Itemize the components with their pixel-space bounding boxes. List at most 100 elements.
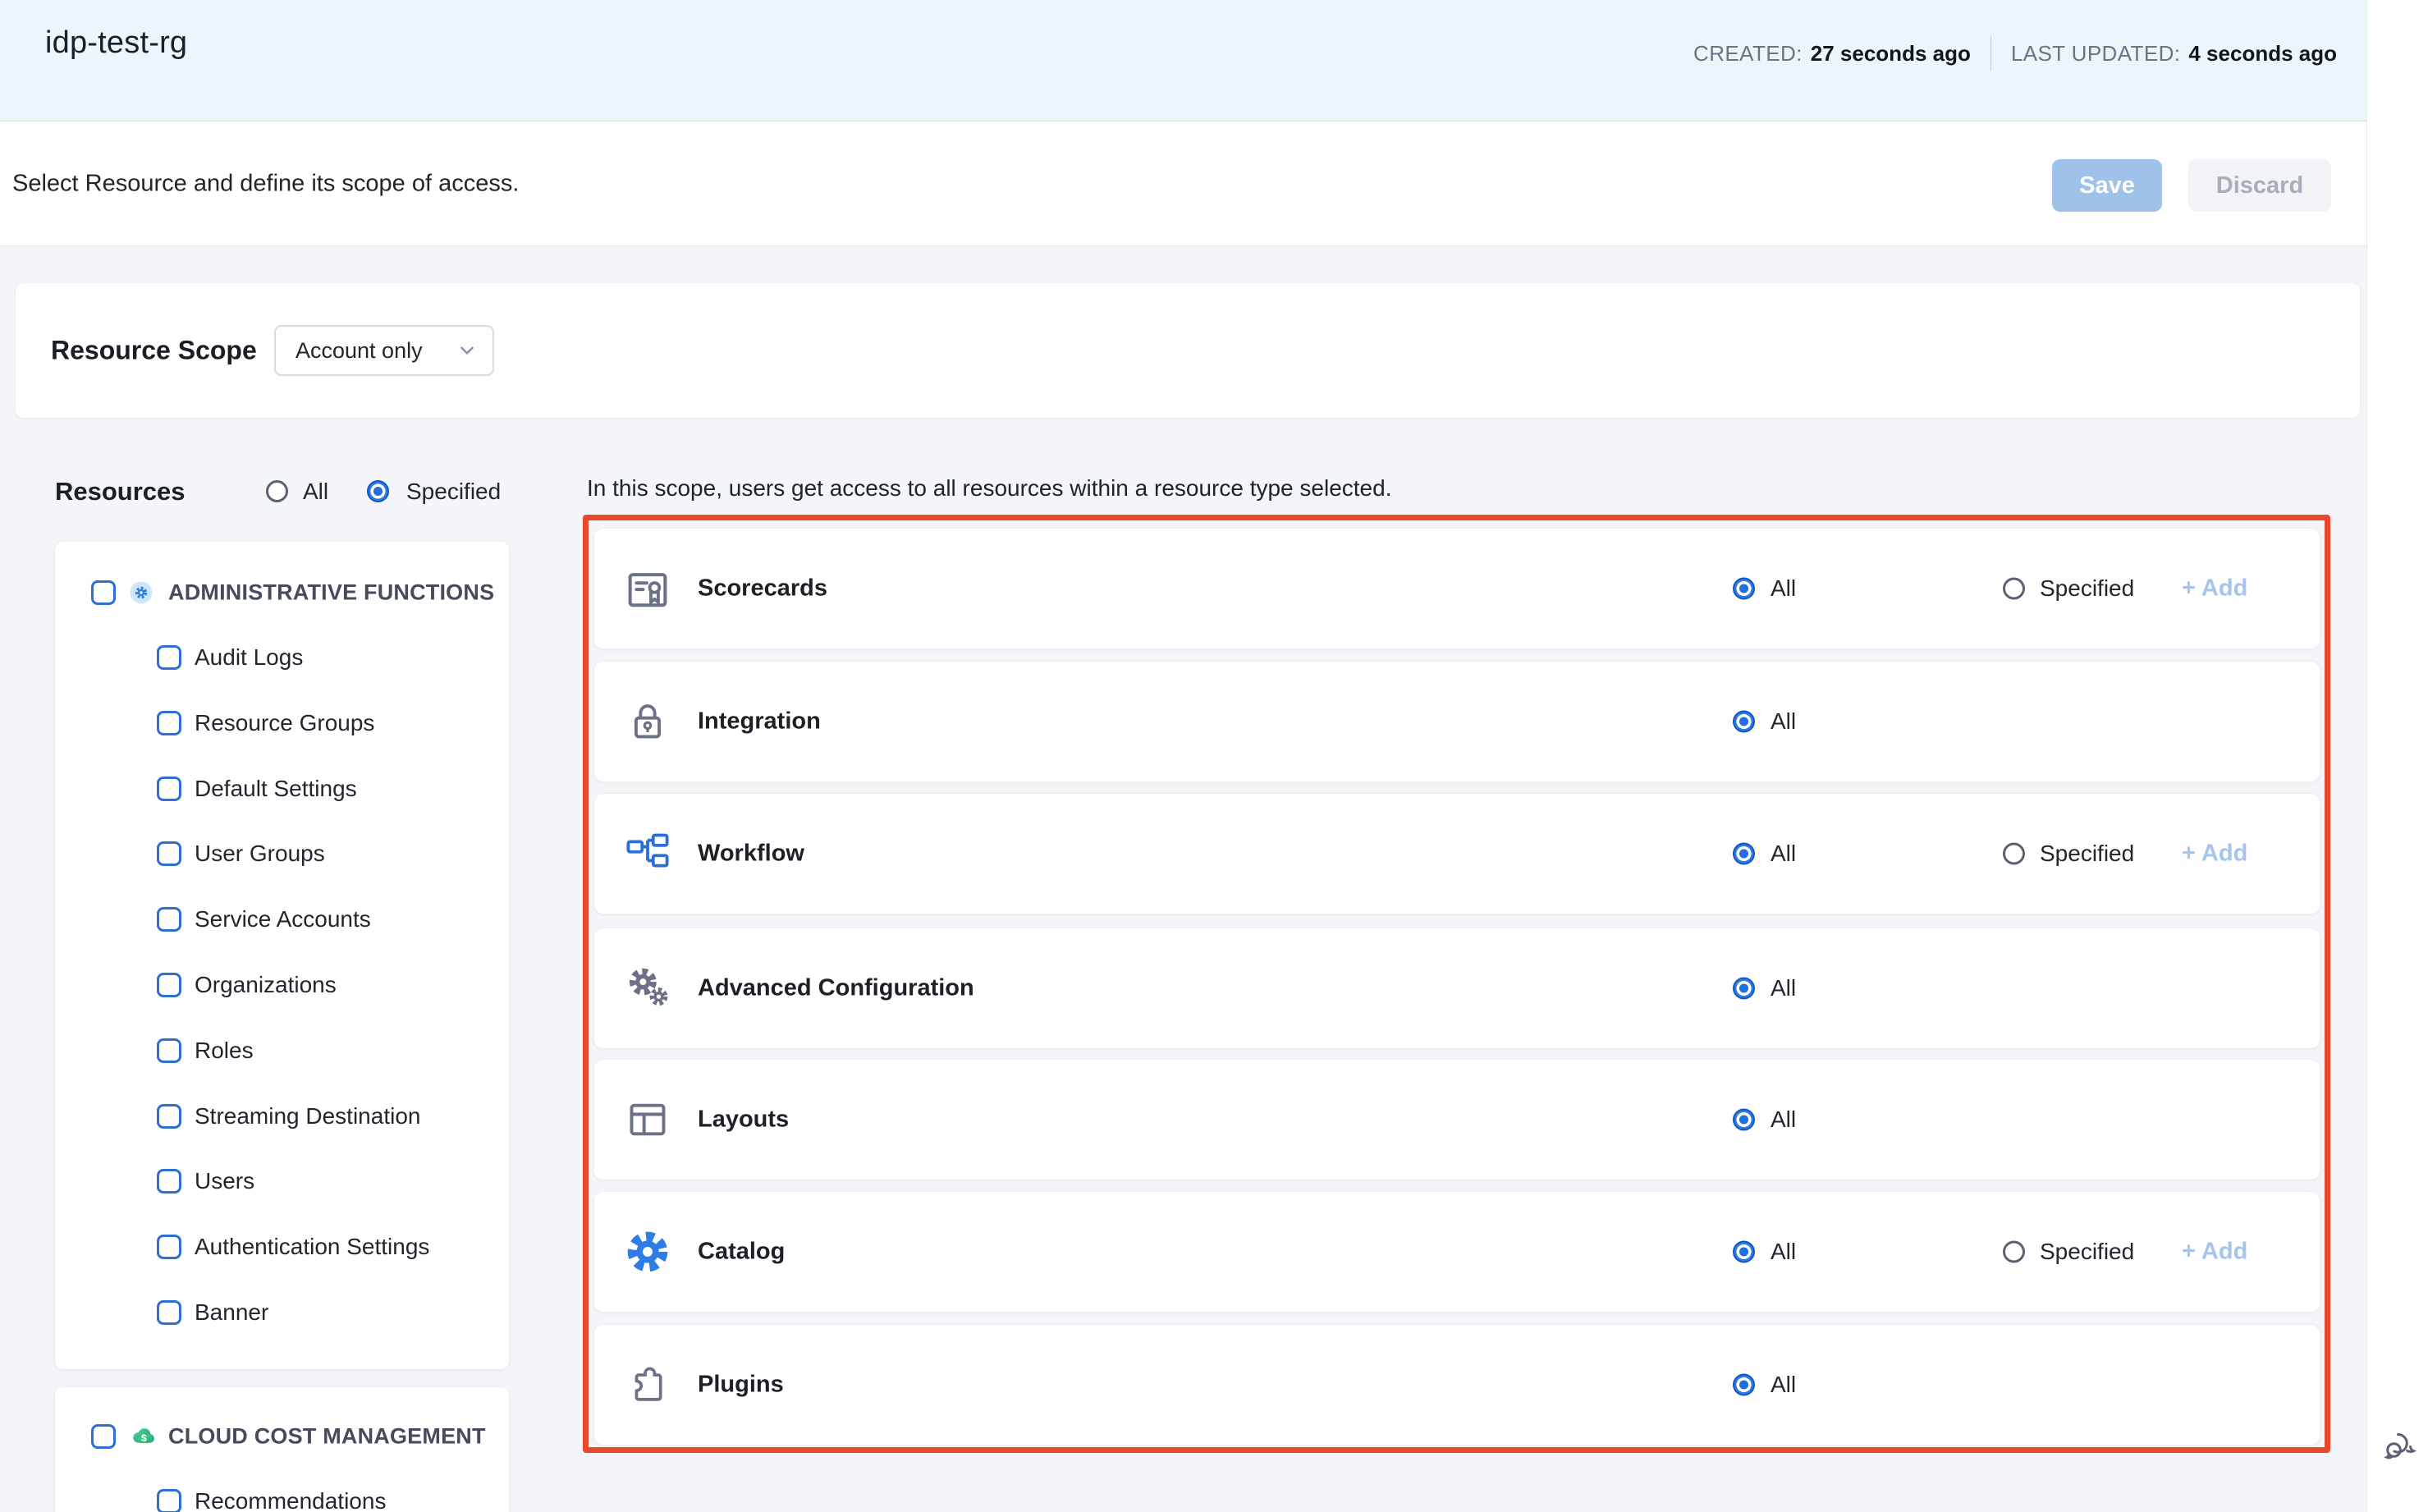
- resource-item-row: Service Accounts: [55, 903, 509, 936]
- specified-radio[interactable]: [2003, 578, 2025, 600]
- all-radio-label: All: [1771, 708, 1796, 735]
- resources-all-radio[interactable]: [266, 480, 288, 502]
- item-checkbox[interactable]: [157, 841, 181, 866]
- item-checkbox[interactable]: [157, 1038, 181, 1063]
- action-toolbar: Select Resource and define its scope of …: [0, 121, 2366, 246]
- add-button[interactable]: + Add: [2182, 1239, 2247, 1266]
- group-label: ADMINISTRATIVE FUNCTIONS: [168, 580, 494, 606]
- all-radio[interactable]: [1733, 1241, 1755, 1263]
- resource-item-row: Resource Groups: [55, 707, 509, 740]
- scope-description: In this scope, users get access to all r…: [587, 475, 1391, 502]
- resource-item-row: User Groups: [55, 837, 509, 870]
- chat-bubbles-icon[interactable]: [2380, 1427, 2418, 1464]
- specified-radio[interactable]: [2003, 843, 2025, 865]
- specified-radio[interactable]: [2003, 1241, 2025, 1263]
- resource-type-label: Integration: [698, 708, 821, 735]
- item-checkbox[interactable]: [157, 1489, 181, 1512]
- item-checkbox[interactable]: [157, 777, 181, 801]
- resource-type-row: Workflow All Specified + Add: [593, 793, 2320, 914]
- item-label: Audit Logs: [195, 644, 303, 671]
- created-value: 27 seconds ago: [1811, 41, 1971, 66]
- all-radio[interactable]: [1733, 843, 1755, 865]
- created-label: CREATED:: [1693, 41, 1803, 66]
- svg-text:$: $: [141, 1432, 147, 1444]
- item-checkbox[interactable]: [157, 973, 181, 997]
- group-label: CLOUD COST MANAGEMENT: [168, 1424, 486, 1450]
- resource-type-label: Layouts: [698, 1107, 789, 1134]
- last-updated-label: LAST UPDATED:: [2011, 41, 2181, 66]
- item-label: User Groups: [195, 841, 325, 867]
- scorecards-icon: [625, 566, 671, 612]
- resource-scope-card: Resource Scope Account only: [16, 283, 2360, 418]
- all-radio-label: All: [1771, 1107, 1796, 1133]
- resource-scope-select[interactable]: Account only: [274, 325, 494, 376]
- resources-specified-label: Specified: [406, 479, 501, 505]
- resources-all-label: All: [303, 479, 328, 505]
- resources-specified-radio[interactable]: [367, 480, 389, 502]
- resource-type-row: Integration All: [593, 661, 2320, 782]
- resource-type-label: Workflow: [698, 841, 804, 868]
- add-button[interactable]: + Add: [2182, 575, 2247, 603]
- resource-item-row: Roles: [55, 1034, 509, 1067]
- group-checkbox[interactable]: [91, 1424, 116, 1449]
- lock-icon: [625, 699, 671, 745]
- resource-type-row: Advanced ConfigurationAll: [593, 928, 2320, 1049]
- group-checkbox[interactable]: [91, 580, 116, 605]
- resource-type-row: Catalog All Specified + Add: [593, 1191, 2320, 1313]
- item-label: Banner: [195, 1299, 268, 1326]
- all-radio-label: All: [1771, 841, 1796, 867]
- resource-group-header: $ CLOUD COST MANAGEMENT: [55, 1420, 509, 1453]
- resource-scope-label: Resource Scope: [51, 336, 257, 366]
- add-button[interactable]: + Add: [2182, 841, 2247, 868]
- resource-item-row: Users: [55, 1165, 509, 1198]
- item-checkbox[interactable]: [157, 1104, 181, 1129]
- header-meta: CREATED: 27 seconds ago LAST UPDATED: 4 …: [1693, 0, 2337, 107]
- all-radio[interactable]: [1733, 1374, 1755, 1396]
- resource-item-row: Streaming Destination: [55, 1100, 509, 1133]
- page-body: Resource Scope Account only Resources Al…: [0, 246, 2366, 1512]
- puzzle-icon: [625, 1362, 671, 1408]
- item-checkbox[interactable]: [157, 907, 181, 932]
- gears-icon: [625, 965, 671, 1011]
- item-checkbox[interactable]: [157, 1235, 181, 1259]
- item-checkbox[interactable]: [157, 1300, 181, 1325]
- item-checkbox[interactable]: [157, 645, 181, 670]
- item-label: Organizations: [195, 972, 337, 998]
- save-button[interactable]: Save: [2052, 159, 2162, 212]
- admin-functions-icon: [130, 581, 153, 604]
- gear-icon: [625, 1229, 671, 1275]
- resource-item-row: Authentication Settings: [55, 1230, 509, 1263]
- all-radio[interactable]: [1733, 711, 1755, 733]
- last-updated-value: 4 seconds ago: [2188, 41, 2337, 66]
- page-header: idp-test-rg CREATED: 27 seconds ago LAST…: [0, 0, 2366, 121]
- resource-group-header: ADMINISTRATIVE FUNCTIONS: [55, 576, 509, 609]
- specified-radio-label: Specified: [2040, 1239, 2134, 1265]
- toolbar-description: Select Resource and define its scope of …: [12, 170, 519, 197]
- specified-radio-label: Specified: [2040, 841, 2134, 867]
- item-label: Roles: [195, 1038, 254, 1064]
- item-checkbox[interactable]: [157, 711, 181, 735]
- resource-item-row: Recommendations: [55, 1485, 509, 1512]
- resources-header: Resources All Specified: [55, 475, 509, 508]
- item-label: Service Accounts: [195, 906, 371, 932]
- resource-type-label: Catalog: [698, 1239, 785, 1266]
- right-panel-strip: [2366, 0, 2428, 1512]
- discard-button[interactable]: Discard: [2188, 159, 2331, 212]
- resource-type-label: Plugins: [698, 1372, 784, 1399]
- chevron-down-icon: [456, 340, 478, 361]
- resource-type-row: ScorecardsAllSpecified+ Add: [593, 528, 2320, 649]
- resource-type-label: Advanced Configuration: [698, 975, 974, 1002]
- all-radio-label: All: [1771, 1239, 1796, 1265]
- resource-types-highlight-box: ScorecardsAllSpecified+ AddIntegrationAl…: [583, 515, 2330, 1453]
- item-label: Recommendations: [195, 1488, 386, 1512]
- item-label: Streaming Destination: [195, 1103, 420, 1129]
- resource-type-row: Layouts All: [593, 1059, 2320, 1180]
- item-label: Users: [195, 1168, 254, 1194]
- all-radio[interactable]: [1733, 1109, 1755, 1131]
- page-title: idp-test-rg: [45, 25, 187, 61]
- item-checkbox[interactable]: [157, 1169, 181, 1194]
- all-radio[interactable]: [1733, 578, 1755, 600]
- resource-type-label: Scorecards: [698, 575, 827, 603]
- all-radio[interactable]: [1733, 978, 1755, 1000]
- resource-scope-value: Account only: [295, 338, 423, 364]
